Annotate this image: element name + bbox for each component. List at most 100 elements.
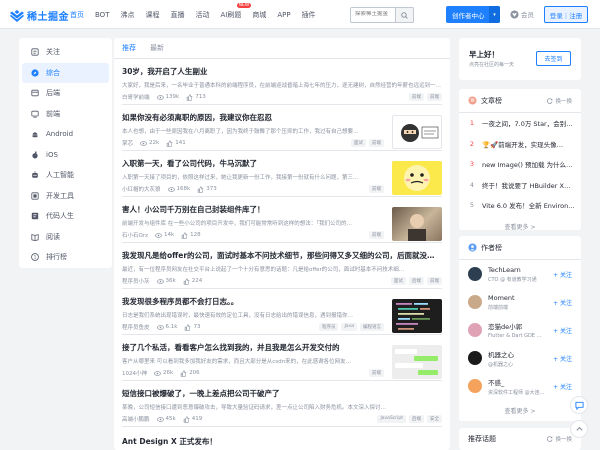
article-item[interactable]: 接了几个私活，看看客户怎么找到我的，并且我是怎么开发交付的 客户从哪里来 可以看…	[122, 342, 442, 381]
sidebar-item-general[interactable]: 综合	[22, 62, 109, 83]
article-item[interactable]: 我发现很多程序员都不会打日志。。 日志是我们系统出现错误时，最快速有效的定位工具…	[122, 296, 442, 335]
follow-button[interactable]: + 关注	[553, 354, 572, 363]
sidebar-item-ai[interactable]: 人工智能	[22, 165, 109, 186]
follow-button[interactable]: + 关注	[553, 270, 572, 279]
search-button[interactable]	[395, 7, 414, 23]
article-author[interactable]: 石小石Orz	[122, 231, 148, 239]
nav-events[interactable]: 活动	[195, 10, 209, 20]
see-more-link[interactable]: 查看更多 >	[459, 216, 581, 237]
article-author[interactable]: 程序员小灰	[122, 277, 150, 285]
nav-app[interactable]: APP	[277, 11, 290, 19]
article-thumbnail[interactable]	[392, 207, 442, 241]
article-title[interactable]: 入职第一天，看了公司代码，牛马沉默了	[122, 158, 384, 169]
article-title[interactable]: 短信接口被爆破了，一晚上差点把公司干破产了	[122, 388, 442, 399]
author-item[interactable]: 不惑_ 资深软件工程师 @大连… + 关注	[459, 372, 581, 400]
likes-stat[interactable]: 713	[186, 93, 206, 101]
likes-stat[interactable]: 373	[197, 185, 217, 193]
swap-button[interactable]: 换一换	[547, 97, 572, 105]
likes-stat[interactable]: 141	[166, 139, 186, 147]
sidebar-item-frontend[interactable]: 前端	[22, 104, 109, 125]
article-tag[interactable]: 前端	[427, 93, 442, 101]
article-tag[interactable]: 面试	[391, 277, 406, 285]
creator-center-button[interactable]: 创作者中心 ▾	[446, 6, 500, 23]
article-tag[interactable]: JavaScript	[377, 415, 406, 423]
tab-latest[interactable]: 最新	[150, 43, 164, 53]
vip-entry[interactable]: 会员	[510, 9, 534, 19]
article-tag[interactable]: 程序员	[318, 323, 339, 331]
likes-stat[interactable]: 206	[180, 369, 200, 377]
sidebar-item-ios[interactable]: iOS	[22, 145, 109, 166]
rank-item[interactable]: 2 🏆🚀前端开发，实现头像…	[459, 134, 581, 155]
see-more-link[interactable]: 查看更多 >	[459, 400, 581, 421]
nav-bot[interactable]: BOT	[95, 11, 109, 19]
article-tag[interactable]: 前端	[369, 185, 384, 193]
article-thumbnail[interactable]	[392, 345, 442, 379]
article-item[interactable]: 30岁，我开启了人生副业 大家好，我是后来，一名毕业于普通本科的前端程序员，在前…	[122, 66, 442, 105]
article-tag[interactable]: Java	[341, 323, 357, 331]
sign-in-button[interactable]: 去签到	[536, 51, 571, 66]
article-title[interactable]: 我发现凡是给offer的公司，面试时基本不问技术细节，那些问得又多又细的公司，后…	[122, 250, 442, 261]
rank-item[interactable]: 5 Vite 6.0 发布！全新 Environ…	[459, 195, 581, 216]
article-tag[interactable]: 前端	[369, 139, 384, 147]
article-tag[interactable]: 前端	[427, 277, 442, 285]
feedback-button[interactable]	[570, 396, 588, 414]
article-title[interactable]: Ant Design X 正式发布！	[122, 436, 442, 447]
nav-course[interactable]: 课程	[145, 10, 159, 20]
article-tag[interactable]: 前端	[409, 93, 424, 101]
article-tag[interactable]: 编程语言	[360, 323, 384, 331]
article-title[interactable]: 接了几个私活，看看客户怎么找到我的，并且我是怎么开发交付的	[122, 342, 384, 353]
article-title[interactable]: 害人！小公司千万别在自己封装组件库了！	[122, 204, 384, 215]
likes-stat[interactable]: 224	[183, 277, 202, 285]
logo[interactable]: 稀土掘金	[10, 8, 69, 23]
article-thumbnail[interactable]	[392, 115, 442, 149]
rank-item[interactable]: 4 终于！我说要了 HBuilder X…	[459, 175, 581, 196]
nav-home[interactable]: 首页	[70, 10, 84, 20]
nav-ai-practice[interactable]: AI刷题 NEW	[220, 2, 252, 20]
article-tag[interactable]: 前端	[369, 369, 384, 377]
login-register-button[interactable]: 登录｜注册	[544, 6, 588, 23]
article-author[interactable]: 掌芯	[122, 139, 133, 147]
back-to-top-button[interactable]	[570, 420, 588, 438]
search-input[interactable]	[355, 11, 399, 17]
swap-button[interactable]: 换一换	[547, 435, 572, 443]
article-item[interactable]: Ant Design X 正式发布！	[122, 436, 442, 450]
article-tag[interactable]: 后端	[409, 415, 424, 423]
avatar[interactable]	[468, 295, 482, 309]
author-name[interactable]: TechLearn	[488, 266, 537, 274]
article-tag[interactable]: 后端	[409, 277, 424, 285]
tab-recommend[interactable]: 推荐	[122, 43, 136, 53]
article-item[interactable]: 害人！小公司千万别在自己封装组件库了！ 前端开发与组件库 在一些小公司的项目开发…	[122, 204, 442, 243]
sidebar-item-read[interactable]: 阅读	[22, 227, 109, 248]
article-author[interactable]: 高端小鹏鹏	[122, 415, 150, 423]
likes-stat[interactable]: 419	[183, 415, 202, 423]
article-item[interactable]: 如果你没有必须离职的原因，我建议你在忍忍 本人也想，由于一些原因我在八月离职了，…	[122, 112, 442, 151]
article-author[interactable]: 小红帽的大灰狼	[122, 185, 161, 193]
rank-item[interactable]: 1 一夜之间，7.0万 Star，会别…	[459, 113, 581, 134]
author-name[interactable]: 机器之心	[488, 349, 514, 359]
follow-button[interactable]: + 关注	[553, 298, 572, 307]
article-item[interactable]: 短信接口被爆破了，一晚上差点把公司干破产了 某晚，公司短信接口遭到恶意爆破攻击，…	[122, 388, 442, 427]
rank-item[interactable]: 3 new Image() 预加载 为什么…	[459, 154, 581, 175]
article-tag[interactable]: 面试	[351, 139, 366, 147]
nav-pins[interactable]: 沸点	[120, 10, 134, 20]
follow-button[interactable]: + 关注	[553, 382, 572, 391]
likes-stat[interactable]: 73	[184, 323, 200, 331]
nav-plugin[interactable]: 插件	[302, 10, 316, 20]
article-item[interactable]: 我发现凡是给offer的公司，面试时基本不问技术细节，那些问得又多又细的公司，后…	[122, 250, 442, 289]
article-title[interactable]: 如果你没有必须离职的原因，我建议你在忍忍	[122, 112, 384, 123]
sidebar-item-dev-tools[interactable]: 开发工具	[22, 186, 109, 207]
article-tag[interactable]: 前端	[369, 231, 384, 239]
author-item[interactable]: 恋猫de小郭 Flutter & Dart GDE … + 关注	[459, 316, 581, 344]
author-item[interactable]: TechLearn CTO @ 有道教学习通 + 关注	[459, 260, 581, 288]
avatar[interactable]	[468, 267, 482, 281]
sidebar-item-rank[interactable]: 1 排行榜	[22, 247, 109, 268]
avatar[interactable]	[468, 351, 482, 365]
author-name[interactable]: 恋猫de小郭	[488, 321, 542, 331]
article-author[interactable]: 白哥学前端	[122, 93, 150, 101]
article-thumbnail[interactable]	[392, 161, 442, 195]
article-item[interactable]: 入职第一天，看了公司代码，牛马沉默了 入职第一天接了项目的，依照这样过来，她让我…	[122, 158, 442, 197]
article-tag[interactable]: 安全	[427, 415, 442, 423]
nav-live[interactable]: 直播	[170, 10, 184, 20]
avatar[interactable]	[468, 379, 482, 393]
follow-button[interactable]: + 关注	[553, 326, 572, 335]
